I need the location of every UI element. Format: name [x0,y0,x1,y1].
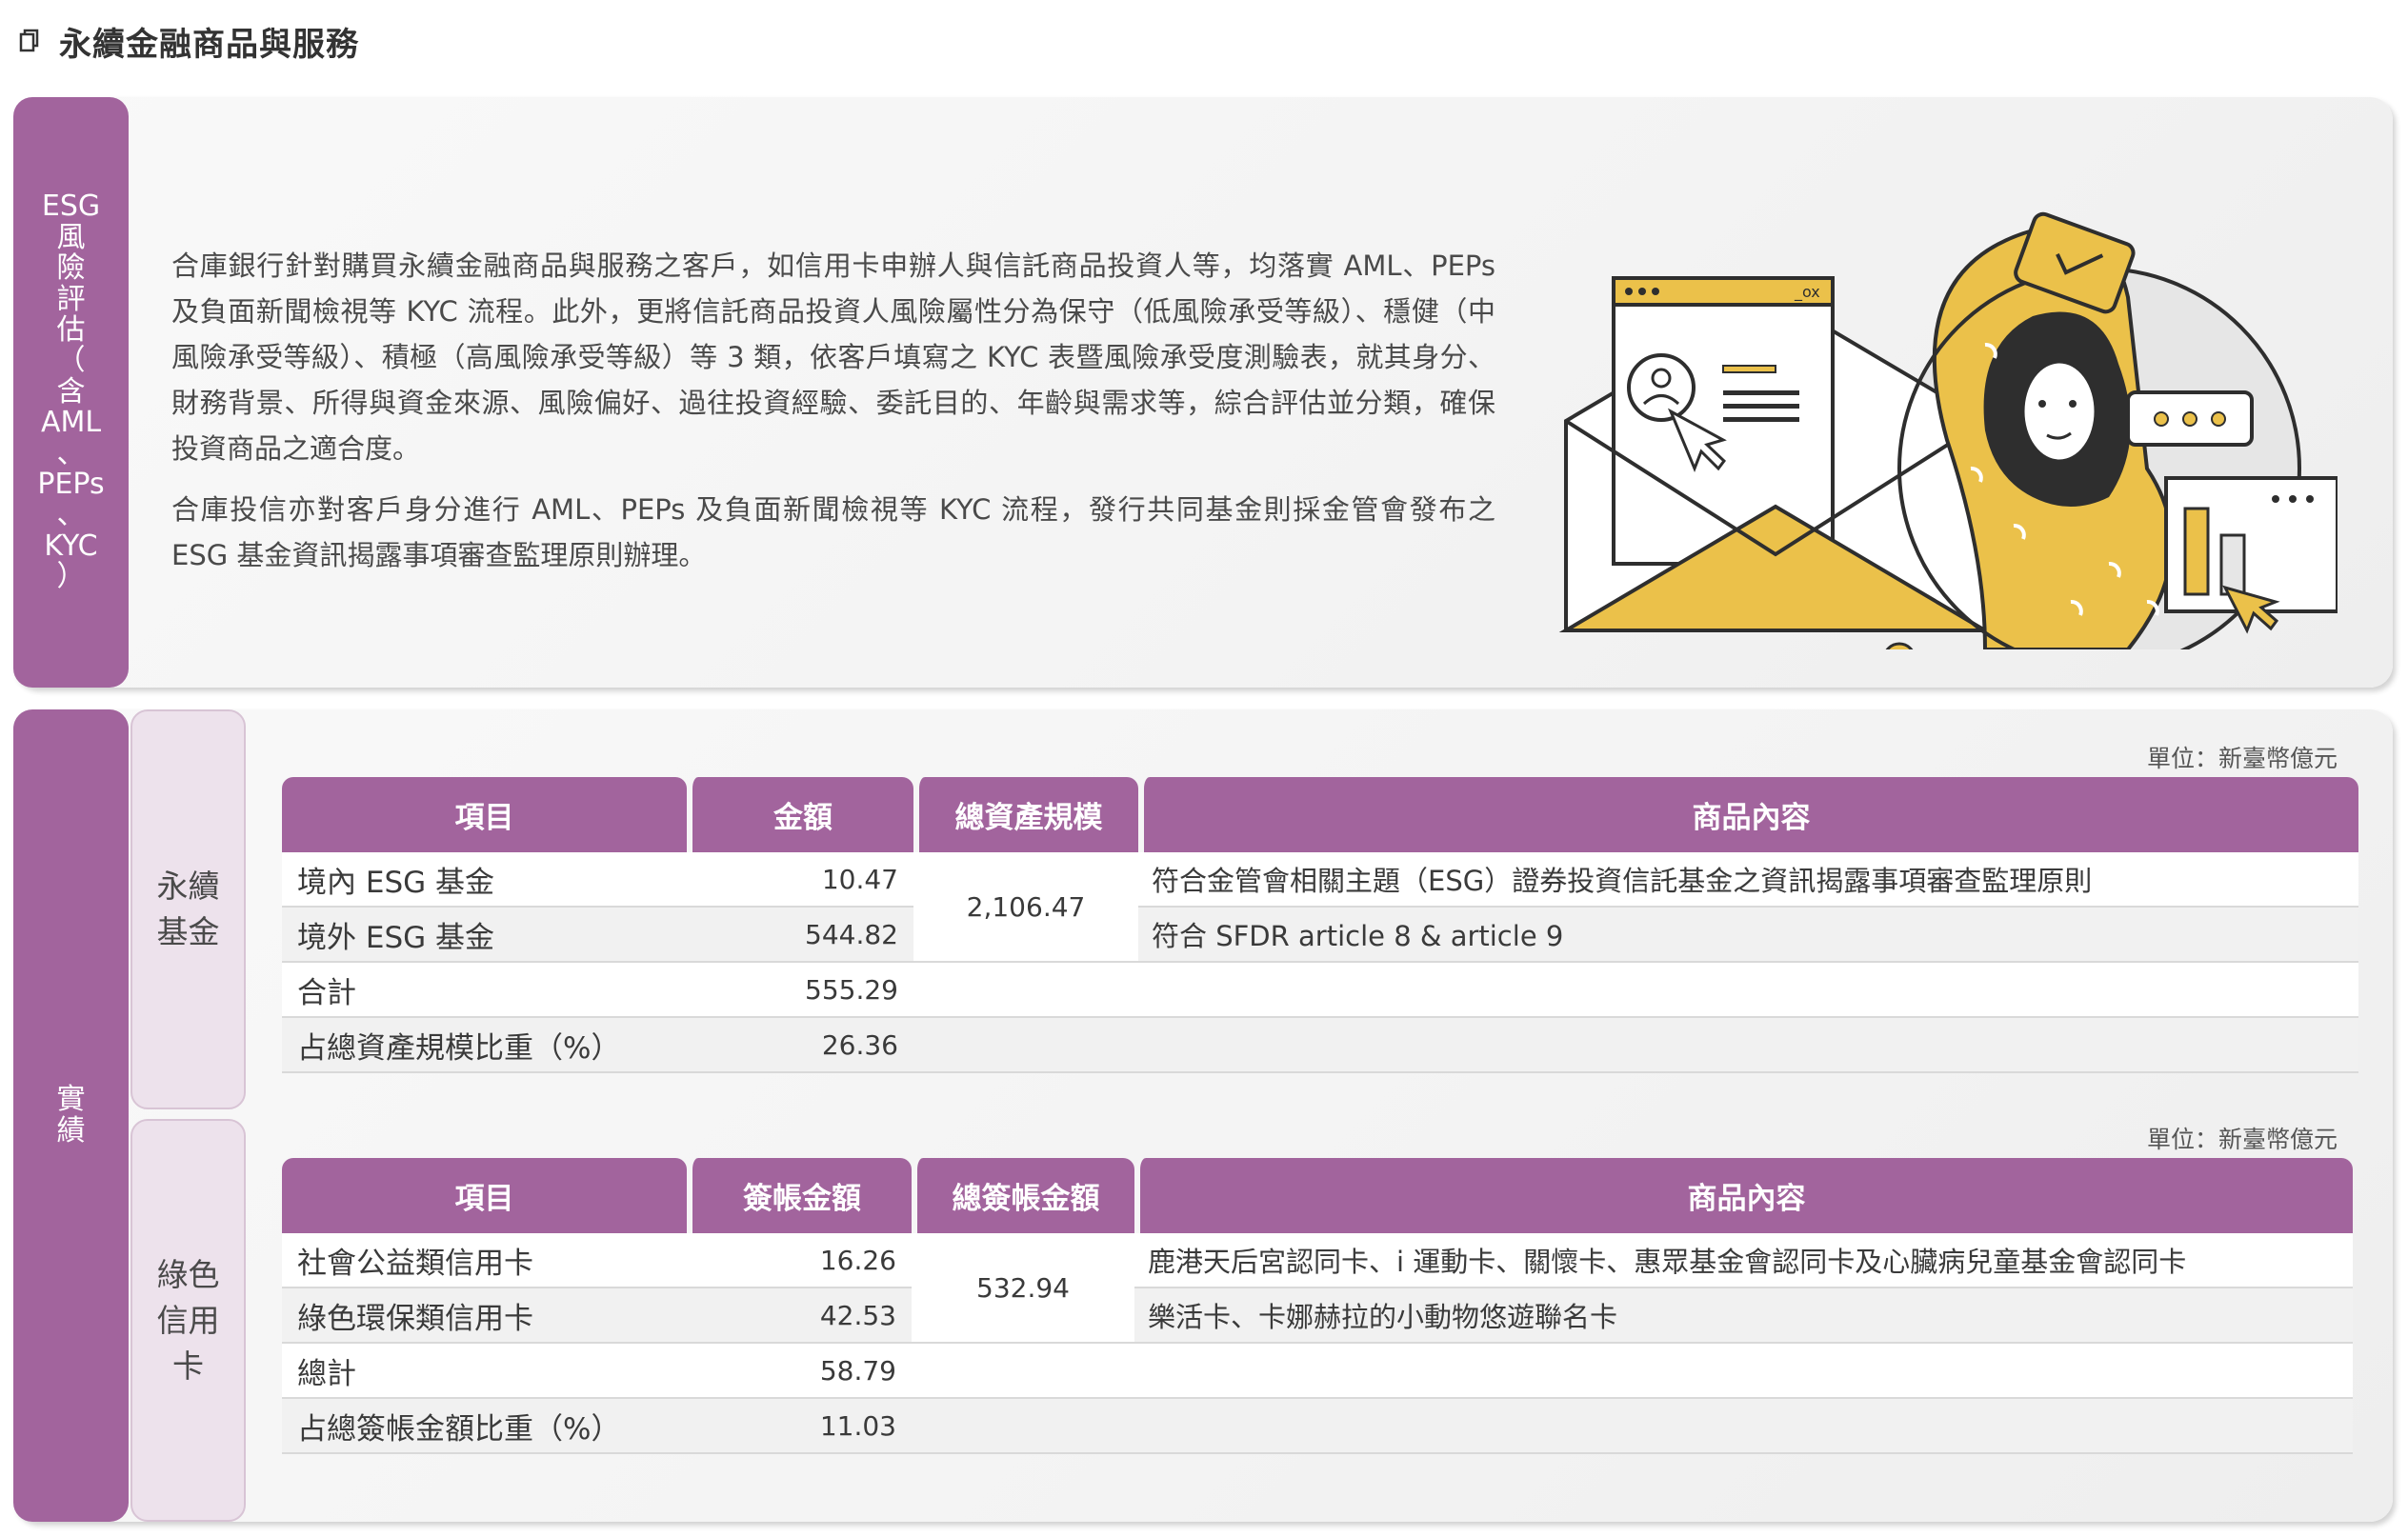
empty-cell [913,1018,2358,1073]
table-row: 占總簽帳金額比重（%） 11.03 [282,1399,2353,1454]
description-cell: 符合 SFDR article 8 & article 9 [1138,908,2358,963]
sustainable-fund-tab: 永續 基金 [130,709,246,1109]
results-tab: 實 績 [13,709,129,1522]
amount-cell: 11.03 [687,1399,912,1454]
page-title: 永續金融商品與服務 [59,25,359,64]
description-cell: 鹿港天后宮認同卡、i 運動卡、關懷卡、惠眾基金會認同卡及心臟病兒童基金會認同卡 [1134,1233,2353,1288]
amount-cell: 544.82 [687,908,913,963]
item-cell: 綠色環保類信用卡 [282,1288,687,1344]
description-cell: 符合金管會相關主題（ESG）證券投資信託基金之資訊揭露事項審查監理原則 [1138,852,2358,908]
column-header: 總資產規模 [913,777,1138,852]
risk-paragraph-investment-trust: 合庫投信亦對客戶身分進行 AML、PEPs 及負面新聞檢視等 KYC 流程，發行… [171,493,1495,571]
amount-cell: 16.26 [687,1233,912,1288]
kyc-illustration: _ox [1537,154,2339,676]
amount-cell: 10.47 [687,852,913,908]
column-header: 商品內容 [1138,777,2358,852]
amount-cell: 58.79 [687,1344,912,1399]
table-row: 境外 ESG 基金 544.82 符合 SFDR article 8 & art… [282,908,2358,963]
results-card: 實 績 永續 基金 綠色 信用 卡 單位：新臺幣億元 項目 金額 總資產規模 商… [13,709,2393,1522]
item-cell: 境外 ESG 基金 [282,908,687,963]
column-header: 總簽帳金額 [912,1158,1134,1233]
item-cell: 合計 [282,963,687,1018]
item-cell: 占總簽帳金額比重（%） [282,1399,687,1454]
column-header: 簽帳金額 [687,1158,912,1233]
table-row: 境內 ESG 基金 10.47 2,106.47 符合金管會相關主題（ESG）證… [282,852,2358,963]
table-header-row: 項目 簽帳金額 總簽帳金額 商品內容 [282,1158,2353,1233]
table-header-row: 項目 金額 總資產規模 商品內容 [282,777,2358,852]
empty-cell [912,1399,2353,1454]
table-row: 總計 58.79 [282,1344,2353,1399]
item-cell: 總計 [282,1344,687,1399]
amount-cell: 26.36 [687,1018,913,1073]
risk-tab-label: ESG 風 險 評 估 （ 含 AML 、 PEPs 、 KYC ） [37,190,105,594]
green-credit-card-tab: 綠色 信用 卡 [130,1119,246,1522]
amount-cell: 42.53 [687,1288,912,1344]
table-row: 合計 555.29 [282,963,2358,1018]
sustainable-fund-table: 項目 金額 總資產規模 商品內容 境內 ESG 基金 10.47 2,106.4… [282,777,2358,1073]
empty-cell [913,963,2358,1018]
empty-cell [912,1344,2353,1399]
green-credit-card-table: 項目 簽帳金額 總簽帳金額 商品內容 社會公益類信用卡 16.26 532.94… [282,1158,2353,1454]
fund-unit-label: 單位：新臺幣億元 [2147,745,2338,772]
item-cell: 境內 ESG 基金 [282,852,687,908]
amount-cell: 555.29 [687,963,913,1018]
risk-paragraph-bank: 合庫銀行針對購買永續金融商品與服務之客戶，如信用卡申辦人與信託商品投資人等，均落… [171,250,1495,465]
total-assets-cell: 2,106.47 [913,852,1138,963]
column-header: 項目 [282,1158,687,1233]
risk-assessment-tab: ESG 風 險 評 估 （ 含 AML 、 PEPs 、 KYC ） [13,97,129,688]
page-header: 永續金融商品與服務 [19,17,359,65]
risk-assessment-card: ESG 風 險 評 估 （ 含 AML 、 PEPs 、 KYC ） 合庫銀行針… [13,97,2393,688]
table-row: 占總資產規模比重（%） 26.36 [282,1018,2358,1073]
item-cell: 占總資產規模比重（%） [282,1018,687,1073]
svg-text:_ox: _ox [1794,283,1820,302]
total-amount-cell: 532.94 [912,1233,1134,1344]
column-header: 項目 [282,777,687,852]
table-row: 社會公益類信用卡 16.26 532.94 鹿港天后宮認同卡、i 運動卡、關懷卡… [282,1233,2353,1344]
results-tab-label: 實 績 [56,1083,86,1148]
table-row: 綠色環保類信用卡 42.53 樂活卡、卡娜赫拉的小動物悠遊聯名卡 [282,1288,2353,1344]
column-header: 商品內容 [1134,1158,2353,1233]
document-icon [19,29,40,53]
description-cell: 樂活卡、卡娜赫拉的小動物悠遊聯名卡 [1134,1288,2353,1344]
column-header: 金額 [687,777,913,852]
card-unit-label: 單位：新臺幣億元 [2147,1126,2338,1153]
item-cell: 社會公益類信用卡 [282,1233,687,1288]
risk-description: 合庫銀行針對購買永續金融商品與服務之客戶，如信用卡申辦人與信託商品投資人等，均落… [171,243,1495,593]
